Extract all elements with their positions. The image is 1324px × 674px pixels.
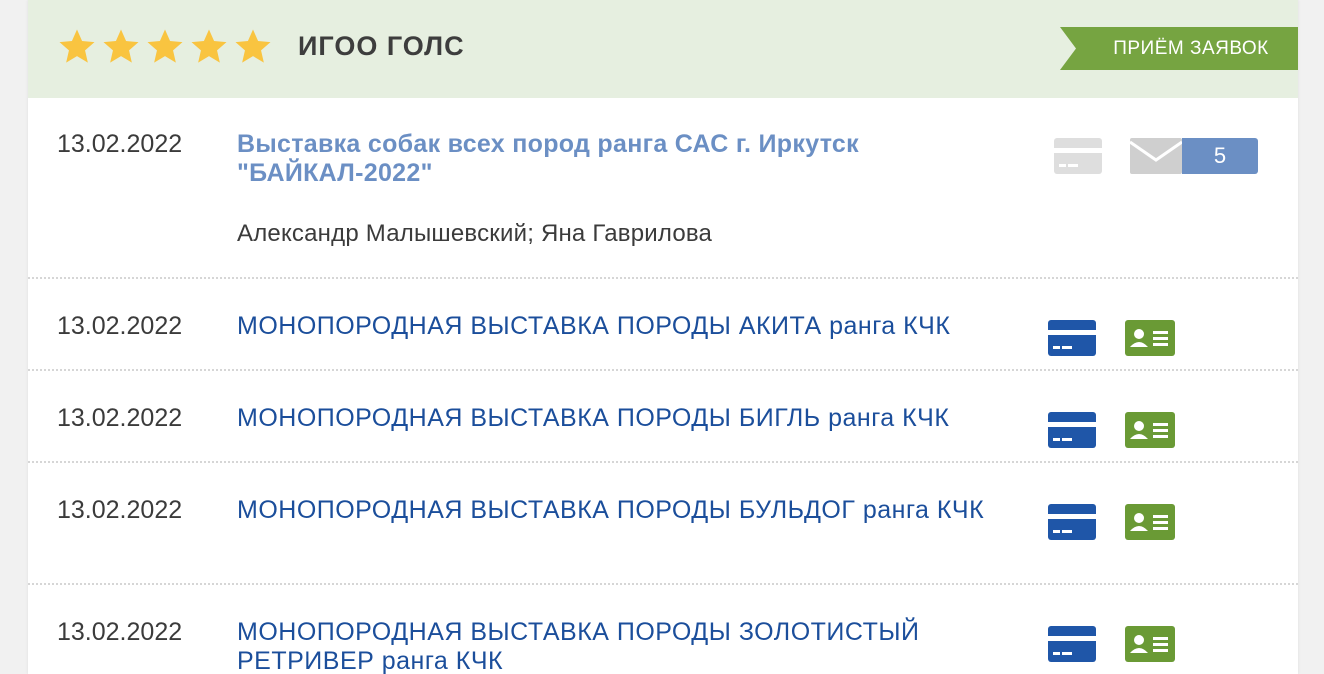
event-judges: Александр Малышевский; Яна Гаврилова [237,220,713,247]
credit-card-icon[interactable] [1048,412,1096,448]
credit-card-icon[interactable] [1048,504,1096,540]
organization-header: ИГОО ГОЛС ПРИЁМ ЗАЯВОК [28,0,1298,98]
credit-card-icon[interactable] [1054,138,1102,174]
row-divider [28,461,1298,463]
star-icon [147,29,183,63]
event-date: 13.02.2022 [57,496,183,524]
star-icon [103,29,139,63]
organization-name[interactable]: ИГОО ГОЛС [298,31,465,62]
id-card-icon[interactable] [1125,320,1175,356]
id-card-icon[interactable] [1125,412,1175,448]
event-title-link[interactable]: МОНОПОРОДНАЯ ВЫСТАВКА ПОРОДЫ БИГЛЬ ранга… [237,404,1027,433]
star-icon [59,29,95,63]
event-date: 13.02.2022 [57,404,183,432]
row-divider [28,369,1298,371]
event-date: 13.02.2022 [57,312,183,340]
event-title-link[interactable]: Выставка собак всех пород ранга САС г. И… [237,130,1027,188]
rating-stars [56,26,274,68]
event-date: 13.02.2022 [57,618,183,646]
row-divider [28,583,1298,585]
messages-count-badge[interactable]: 5 [1182,138,1258,174]
id-card-icon[interactable] [1125,626,1175,662]
organization-card: ИГОО ГОЛС ПРИЁМ ЗАЯВОК 13.02.2022 Выстав… [28,0,1298,674]
status-label: ПРИЁМ ЗАЯВОК [1113,38,1269,59]
row-divider [28,277,1298,279]
id-card-icon[interactable] [1125,504,1175,540]
star-icon [235,29,271,63]
status-ribbon: ПРИЁМ ЗАЯВОК [1060,27,1298,70]
envelope-icon[interactable] [1130,138,1182,174]
event-date: 13.02.2022 [57,130,183,158]
credit-card-icon[interactable] [1048,320,1096,356]
star-icon [191,29,227,63]
event-title-link[interactable]: МОНОПОРОДНАЯ ВЫСТАВКА ПОРОДЫ ЗОЛОТИСТЫЙ … [237,618,1027,674]
credit-card-icon[interactable] [1048,626,1096,662]
event-title-link[interactable]: МОНОПОРОДНАЯ ВЫСТАВКА ПОРОДЫ АКИТА ранга… [237,312,1027,341]
event-title-link[interactable]: МОНОПОРОДНАЯ ВЫСТАВКА ПОРОДЫ БУЛЬДОГ ран… [237,496,1027,525]
